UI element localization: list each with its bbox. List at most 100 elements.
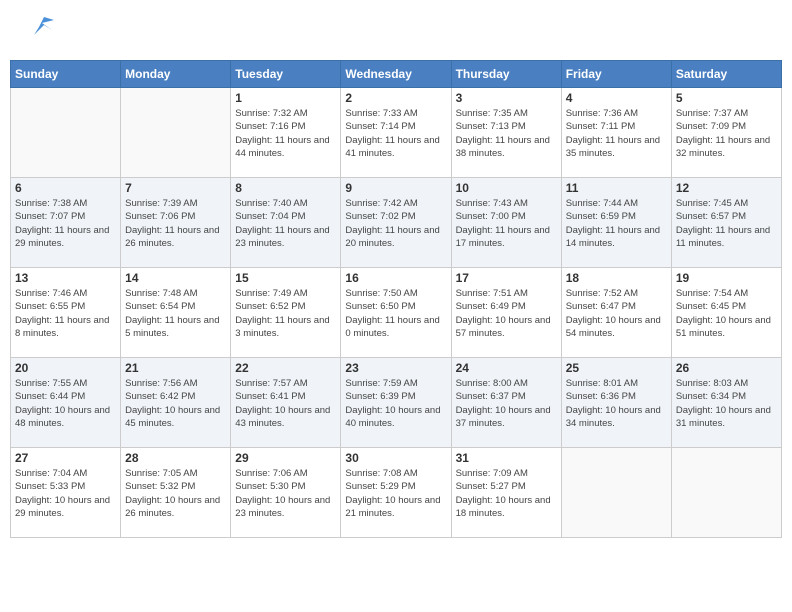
day-number: 12 (676, 181, 777, 195)
day-info: Sunrise: 7:38 AMSunset: 7:07 PMDaylight:… (15, 197, 116, 250)
day-info: Sunrise: 7:04 AMSunset: 5:33 PMDaylight:… (15, 467, 116, 520)
day-info: Sunrise: 7:32 AMSunset: 7:16 PMDaylight:… (235, 107, 336, 160)
calendar-day-cell: 13 Sunrise: 7:46 AMSunset: 6:55 PMDayligh… (11, 268, 121, 358)
day-number: 2 (345, 91, 446, 105)
logo (20, 15, 54, 45)
calendar-day-cell: 1 Sunrise: 7:32 AMSunset: 7:16 PMDaylight… (231, 88, 341, 178)
day-number: 30 (345, 451, 446, 465)
day-info: Sunrise: 7:55 AMSunset: 6:44 PMDaylight:… (15, 377, 116, 430)
calendar-day-cell (561, 448, 671, 538)
day-number: 19 (676, 271, 777, 285)
calendar-day-cell: 2 Sunrise: 7:33 AMSunset: 7:14 PMDaylight… (341, 88, 451, 178)
day-info: Sunrise: 7:35 AMSunset: 7:13 PMDaylight:… (456, 107, 557, 160)
calendar-day-cell: 24 Sunrise: 8:00 AMSunset: 6:37 PMDayligh… (451, 358, 561, 448)
day-info: Sunrise: 7:09 AMSunset: 5:27 PMDaylight:… (456, 467, 557, 520)
calendar-day-cell: 12 Sunrise: 7:45 AMSunset: 6:57 PMDayligh… (671, 178, 781, 268)
day-number: 14 (125, 271, 226, 285)
calendar-header-row: SundayMondayTuesdayWednesdayThursdayFrid… (11, 61, 782, 88)
day-info: Sunrise: 7:05 AMSunset: 5:32 PMDaylight:… (125, 467, 226, 520)
day-number: 8 (235, 181, 336, 195)
calendar-day-cell: 16Sunrise: 7:50 AMSunset: 6:50 PMDayligh… (341, 268, 451, 358)
calendar-day-cell: 9 Sunrise: 7:42 AMSunset: 7:02 PMDaylight… (341, 178, 451, 268)
calendar-day-cell: 3Sunrise: 7:35 AMSunset: 7:13 PMDaylight… (451, 88, 561, 178)
calendar-table: SundayMondayTuesdayWednesdayThursdayFrid… (10, 60, 782, 538)
calendar-day-cell: 7 Sunrise: 7:39 AMSunset: 7:06 PMDaylight… (121, 178, 231, 268)
day-number: 7 (125, 181, 226, 195)
calendar-day-cell (121, 88, 231, 178)
calendar-day-cell: 21Sunrise: 7:56 AMSunset: 6:42 PMDayligh… (121, 358, 231, 448)
day-info: Sunrise: 7:43 AMSunset: 7:00 PMDaylight:… (456, 197, 557, 250)
day-number: 31 (456, 451, 557, 465)
day-of-week-header: Saturday (671, 61, 781, 88)
day-info: Sunrise: 7:45 AMSunset: 6:57 PMDaylight:… (676, 197, 777, 250)
day-info: Sunrise: 7:36 AMSunset: 7:11 PMDaylight:… (566, 107, 667, 160)
calendar-day-cell: 5 Sunrise: 7:37 AMSunset: 7:09 PMDaylight… (671, 88, 781, 178)
day-number: 28 (125, 451, 226, 465)
calendar-day-cell: 22 Sunrise: 7:57 AMSunset: 6:41 PMDayligh… (231, 358, 341, 448)
day-info: Sunrise: 7:52 AMSunset: 6:47 PMDaylight:… (566, 287, 667, 340)
day-number: 10 (456, 181, 557, 195)
day-of-week-header: Tuesday (231, 61, 341, 88)
day-info: Sunrise: 7:42 AMSunset: 7:02 PMDaylight:… (345, 197, 446, 250)
calendar-day-cell: 11Sunrise: 7:44 AMSunset: 6:59 PMDayligh… (561, 178, 671, 268)
calendar-day-cell: 4Sunrise: 7:36 AMSunset: 7:11 PMDaylight… (561, 88, 671, 178)
day-number: 16 (345, 271, 446, 285)
calendar-day-cell: 10 Sunrise: 7:43 AMSunset: 7:00 PMDayligh… (451, 178, 561, 268)
calendar-day-cell: 31 Sunrise: 7:09 AMSunset: 5:27 PMDayligh… (451, 448, 561, 538)
day-of-week-header: Friday (561, 61, 671, 88)
calendar-day-cell: 17 Sunrise: 7:51 AMSunset: 6:49 PMDayligh… (451, 268, 561, 358)
day-info: Sunrise: 7:51 AMSunset: 6:49 PMDaylight:… (456, 287, 557, 340)
calendar-week-row: 6 Sunrise: 7:38 AMSunset: 7:07 PMDaylight… (11, 178, 782, 268)
day-number: 23 (345, 361, 446, 375)
day-number: 17 (456, 271, 557, 285)
calendar-week-row: 20 Sunrise: 7:55 AMSunset: 6:44 PMDayligh… (11, 358, 782, 448)
calendar-day-cell: 19 Sunrise: 7:54 AMSunset: 6:45 PMDayligh… (671, 268, 781, 358)
day-of-week-header: Monday (121, 61, 231, 88)
calendar-day-cell: 6 Sunrise: 7:38 AMSunset: 7:07 PMDaylight… (11, 178, 121, 268)
calendar-week-row: 27 Sunrise: 7:04 AMSunset: 5:33 PMDayligh… (11, 448, 782, 538)
day-of-week-header: Wednesday (341, 61, 451, 88)
calendar-week-row: 13 Sunrise: 7:46 AMSunset: 6:55 PMDayligh… (11, 268, 782, 358)
day-info: Sunrise: 7:48 AMSunset: 6:54 PMDaylight:… (125, 287, 226, 340)
day-number: 9 (345, 181, 446, 195)
day-number: 15 (235, 271, 336, 285)
day-of-week-header: Sunday (11, 61, 121, 88)
calendar-day-cell: 26Sunrise: 8:03 AMSunset: 6:34 PMDayligh… (671, 358, 781, 448)
day-number: 11 (566, 181, 667, 195)
logo-bird-icon (24, 15, 54, 45)
calendar-day-cell: 23 Sunrise: 7:59 AMSunset: 6:39 PMDayligh… (341, 358, 451, 448)
day-info: Sunrise: 7:54 AMSunset: 6:45 PMDaylight:… (676, 287, 777, 340)
day-info: Sunrise: 7:06 AMSunset: 5:30 PMDaylight:… (235, 467, 336, 520)
day-number: 27 (15, 451, 116, 465)
day-number: 20 (15, 361, 116, 375)
calendar-day-cell: 27 Sunrise: 7:04 AMSunset: 5:33 PMDayligh… (11, 448, 121, 538)
day-number: 26 (676, 361, 777, 375)
day-number: 1 (235, 91, 336, 105)
day-info: Sunrise: 7:46 AMSunset: 6:55 PMDaylight:… (15, 287, 116, 340)
day-number: 24 (456, 361, 557, 375)
day-number: 5 (676, 91, 777, 105)
day-info: Sunrise: 7:39 AMSunset: 7:06 PMDaylight:… (125, 197, 226, 250)
day-number: 29 (235, 451, 336, 465)
calendar-week-row: 1 Sunrise: 7:32 AMSunset: 7:16 PMDaylight… (11, 88, 782, 178)
day-number: 21 (125, 361, 226, 375)
calendar-day-cell: 25Sunrise: 8:01 AMSunset: 6:36 PMDayligh… (561, 358, 671, 448)
day-number: 13 (15, 271, 116, 285)
day-number: 6 (15, 181, 116, 195)
day-info: Sunrise: 7:59 AMSunset: 6:39 PMDaylight:… (345, 377, 446, 430)
calendar-day-cell: 14 Sunrise: 7:48 AMSunset: 6:54 PMDayligh… (121, 268, 231, 358)
calendar-day-cell: 29 Sunrise: 7:06 AMSunset: 5:30 PMDayligh… (231, 448, 341, 538)
day-info: Sunrise: 7:33 AMSunset: 7:14 PMDaylight:… (345, 107, 446, 160)
calendar-day-cell (11, 88, 121, 178)
calendar-day-cell: 28 Sunrise: 7:05 AMSunset: 5:32 PMDayligh… (121, 448, 231, 538)
day-info: Sunrise: 7:37 AMSunset: 7:09 PMDaylight:… (676, 107, 777, 160)
day-info: Sunrise: 8:00 AMSunset: 6:37 PMDaylight:… (456, 377, 557, 430)
day-number: 22 (235, 361, 336, 375)
day-info: Sunrise: 8:01 AMSunset: 6:36 PMDaylight:… (566, 377, 667, 430)
day-info: Sunrise: 7:57 AMSunset: 6:41 PMDaylight:… (235, 377, 336, 430)
page-header (10, 10, 782, 50)
calendar-day-cell: 15Sunrise: 7:49 AMSunset: 6:52 PMDayligh… (231, 268, 341, 358)
day-info: Sunrise: 7:40 AMSunset: 7:04 PMDaylight:… (235, 197, 336, 250)
day-of-week-header: Thursday (451, 61, 561, 88)
day-number: 18 (566, 271, 667, 285)
